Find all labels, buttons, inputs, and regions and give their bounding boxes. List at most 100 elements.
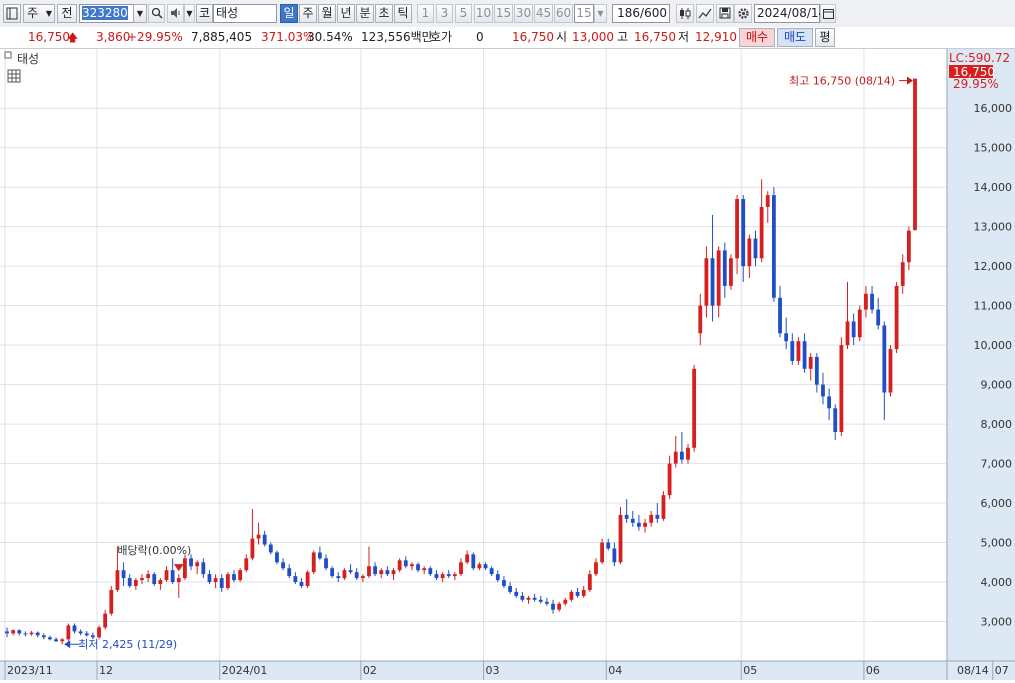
candle-body <box>342 570 347 579</box>
candle <box>771 187 776 302</box>
candle-body <box>778 297 782 334</box>
candle-body <box>637 522 641 527</box>
line-tool-icon[interactable] <box>696 4 714 23</box>
interval-button-5[interactable]: 5 <box>455 4 472 23</box>
candle-body <box>471 554 476 569</box>
candle-body <box>587 574 592 590</box>
turnover-rate: 30.54% <box>307 30 353 44</box>
interval-button-30[interactable]: 30 <box>514 4 533 23</box>
interval-button-10[interactable]: 10 <box>474 4 493 23</box>
date-field[interactable]: 2024/08/14 <box>754 4 826 23</box>
candle-body <box>133 580 138 586</box>
chart-menu-icon[interactable] <box>3 4 21 23</box>
candle-body <box>906 230 911 263</box>
interval-button-1[interactable]: 1 <box>417 4 434 23</box>
interval-input[interactable]: 15 <box>574 4 594 23</box>
price-chart-panel[interactable]: 3,000 4,000 5,000 6,000 7,000 8,000 9,000 10,00… <box>0 49 1015 680</box>
candle-body <box>262 534 267 545</box>
price-change-pct: +29.95% <box>127 30 183 44</box>
candle-body <box>729 258 733 286</box>
candle-body <box>870 293 874 310</box>
tab-period-day[interactable]: 일 <box>280 4 298 23</box>
candle-body <box>557 603 562 610</box>
buy-button[interactable]: 매수 <box>739 28 775 47</box>
period-label: 틱 <box>397 6 409 20</box>
low-label: 저 <box>678 30 690 44</box>
candle-body <box>379 570 384 575</box>
tab-period-tick[interactable]: 틱 <box>394 4 412 23</box>
price-tick-label: 13,000 <box>974 221 1013 234</box>
candle-body <box>876 309 881 326</box>
speaker-chevron-icon[interactable]: ▼ <box>184 4 195 23</box>
candle <box>729 254 733 290</box>
candle-body <box>814 356 819 385</box>
code-type-button[interactable]: 코 <box>196 4 213 23</box>
candle-body <box>661 495 666 519</box>
candle <box>618 507 623 565</box>
last-pct-tag: 29.95% <box>953 77 999 91</box>
date-tick-label: 12 <box>99 664 113 677</box>
date-tick-label: 02 <box>363 664 377 677</box>
stock-name-field[interactable]: 태성 <box>213 4 277 23</box>
interval-chevron-icon[interactable]: ▼ <box>594 4 607 23</box>
tab-period-week[interactable]: 주 <box>299 4 317 23</box>
speaker-icon[interactable] <box>167 4 184 23</box>
interval-label: 10 <box>475 6 492 20</box>
tab-period-month[interactable]: 월 <box>318 4 336 23</box>
candle-body <box>213 578 218 583</box>
candle <box>109 585 114 616</box>
low-annotation: 최저 2,425 (11/29) <box>64 638 177 651</box>
average-button[interactable]: 평 <box>815 28 835 47</box>
interval-button-60[interactable]: 60 <box>554 4 573 23</box>
stock-code-input[interactable]: 323280 <box>79 4 135 23</box>
candle-body <box>11 630 16 634</box>
tab-period-minute[interactable]: 분 <box>356 4 374 23</box>
tab-period-year[interactable]: 년 <box>337 4 355 23</box>
candle-body <box>311 552 316 573</box>
candle-body <box>275 552 279 563</box>
view-count-total: /600 <box>640 6 667 20</box>
tab-period-second[interactable]: 초 <box>375 4 393 23</box>
candle-body <box>673 451 678 464</box>
candle-body <box>765 195 770 207</box>
candle-body <box>882 325 887 393</box>
candle-body <box>41 635 46 638</box>
candle-body <box>440 574 445 579</box>
panel-title: 태성 <box>17 52 39 66</box>
candle-body <box>741 199 746 267</box>
period-label: 주 <box>302 6 314 20</box>
candlestick-chart[interactable]: 3,000 4,000 5,000 6,000 7,000 8,000 9,000 10,00… <box>0 49 1015 680</box>
price-tick-label: 9,000 <box>981 379 1013 392</box>
candle-body <box>48 637 52 640</box>
candle-body <box>287 568 292 577</box>
candle <box>913 78 917 231</box>
calendar-icon[interactable] <box>820 4 836 23</box>
gear-icon[interactable] <box>734 4 752 23</box>
candle-body <box>305 572 310 586</box>
price-tick-label: 15,000 <box>974 142 1013 155</box>
view-count-field[interactable]: 186/600 <box>612 4 670 23</box>
interval-button-45[interactable]: 45 <box>534 4 553 23</box>
candle-body <box>851 321 856 338</box>
candle-body <box>121 570 126 579</box>
interval-label: 60 <box>555 6 572 20</box>
panel-grid-icon[interactable] <box>7 69 21 83</box>
market-select[interactable]: 주 ▼ <box>23 4 55 23</box>
candle-body <box>244 558 249 571</box>
candle-body <box>403 560 408 567</box>
candle-body <box>78 631 83 634</box>
open-label: 시 <box>556 30 568 44</box>
interval-button-3[interactable]: 3 <box>436 4 453 23</box>
save-icon[interactable] <box>716 4 734 23</box>
candle-body <box>164 570 169 581</box>
interval-label: 30 <box>515 6 532 20</box>
code-dropdown-chevron-icon[interactable]: ▼ <box>133 4 147 23</box>
period-mode-button[interactable]: 전 <box>57 4 77 23</box>
candle-body <box>913 78 917 231</box>
candle-body <box>385 570 390 575</box>
search-icon[interactable] <box>148 4 165 23</box>
sell-button[interactable]: 매도 <box>777 28 813 47</box>
candle-style-icon[interactable] <box>676 4 694 23</box>
candle-body <box>238 570 243 581</box>
interval-button-15[interactable]: 15 <box>494 4 513 23</box>
